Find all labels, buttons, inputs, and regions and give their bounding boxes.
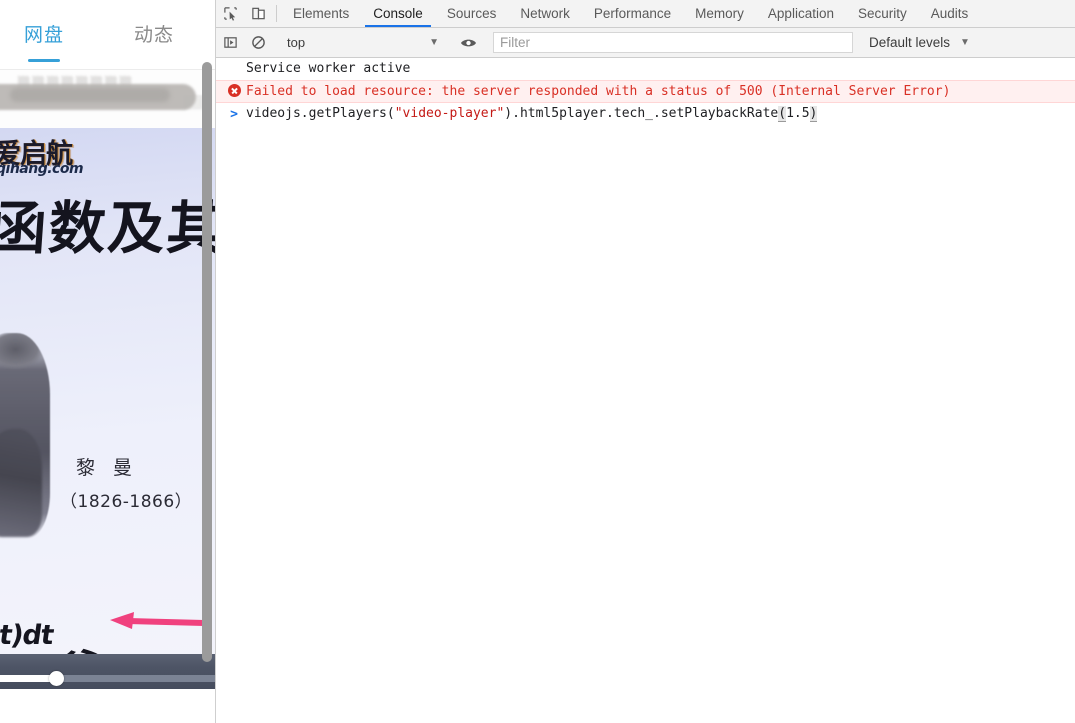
video-player[interactable]: 爱启航 qihang.com 函数及其 黎 曼 （1826-1866） 加 (t… [0,128,215,689]
log-levels-value: Default levels [869,35,951,50]
execution-context-select[interactable]: top ▼ [281,32,445,54]
live-expression-icon[interactable] [454,36,482,50]
tab-security-label: Security [857,6,907,21]
tab-network[interactable]: Network [508,0,582,27]
console-toolbar: top ▼ Default levels ▼ [216,28,1075,58]
devtools-panel: Elements Console Sources Network Perform… [215,0,1075,723]
video-progress-knob[interactable] [48,671,64,686]
tab-sources[interactable]: Sources [435,0,509,27]
screen-root: 网盘 动态 ▒▒▒▒▒▒▒▒ ▒▒▒ 爱启航 qihang.com 函数及其 黎… [0,0,1075,723]
console-prompt-input[interactable]: videojs.getPlayers("video-player").html5… [244,105,818,122]
site-tab-bar: 网盘 动态 [0,0,215,70]
prompt-segment-0: videojs.getPlayers( [246,106,395,121]
tab-performance[interactable]: Performance [582,0,683,27]
tab-application-label: Application [767,6,834,21]
console-message-error-text: Failed to load resource: the server resp… [246,84,951,99]
clear-console-icon[interactable] [244,35,272,50]
log-levels-select[interactable]: Default levels ▼ [861,32,978,54]
console-message-log[interactable]: Service worker active [216,58,1075,80]
console-message-error[interactable]: Failed to load resource: the server resp… [216,80,1075,103]
site-tab-dongtai-label: 动态 [134,24,175,46]
toolbar-divider [276,5,277,22]
filter-input[interactable] [493,32,853,53]
console-sidebar-icon[interactable] [216,35,244,50]
console-message-list[interactable]: Service worker active Failed to load res… [216,58,1075,723]
riemann-portrait-image [0,333,50,538]
prompt-segment-number: 1.5 [786,106,810,121]
video-control-bar[interactable] [0,654,215,689]
prompt-gutter: > [224,105,244,123]
tab-elements[interactable]: Elements [281,0,361,27]
message-gutter [224,60,244,61]
error-gutter [224,83,244,97]
site-tab-dongtai[interactable]: 动态 [134,20,174,49]
redaction-blob-secondary [10,88,170,102]
person-years: （1826-1866） [60,492,193,512]
devtools-tab-bar: Elements Console Sources Network Perform… [216,0,1075,28]
video-frame: 爱启航 qihang.com 函数及其 黎 曼 （1826-1866） 加 (t… [0,128,215,689]
execution-context-value: top [287,35,306,50]
site-tab-wangpan[interactable]: 网盘 [24,20,65,62]
inspect-element-icon[interactable] [216,0,244,27]
devtools-tabs: Elements Console Sources Network Perform… [281,0,980,27]
slide-title: 函数及其 [0,196,215,262]
prompt-segment-2: ).html5player.tech_.setPlaybackRate [504,106,779,121]
prompt-segment-open-paren: ( [778,106,787,122]
tab-network-label: Network [520,6,570,21]
page-scrollbar-thumb[interactable] [202,62,212,662]
tab-console[interactable]: Console [361,0,435,27]
watermark-url: qihang.com [0,161,84,177]
tab-memory[interactable]: Memory [683,0,756,27]
page-scrollbar[interactable] [201,0,213,723]
video-progress-filled [0,675,56,682]
prompt-arrow-icon: > [230,107,238,122]
tab-elements-label: Elements [293,6,350,21]
prompt-segment-1: "video-player" [394,106,505,121]
redacted-header-strip: ▒▒▒▒▒▒▒▒ ▒▒▒ [0,70,215,128]
tab-sources-label: Sources [446,6,497,21]
tab-memory-label: Memory [695,6,744,21]
error-icon [227,84,241,97]
tab-console-label: Console [373,6,423,21]
chevron-down-icon-levels: ▼ [960,37,970,48]
handwriting-line-1: (t)dt [0,620,56,651]
pink-arrow-annotation [110,612,204,629]
tab-audits-label: Audits [930,6,969,21]
prompt-segment-close-paren: ) [809,106,818,122]
tab-security[interactable]: Security [846,0,919,27]
console-message-log-text: Service worker active [246,61,411,76]
tab-application[interactable]: Application [756,0,846,27]
tab-audits[interactable]: Audits [919,0,981,27]
console-prompt-row[interactable]: > videojs.getPlayers("video-player").htm… [216,103,1075,126]
website-panel: 网盘 动态 ▒▒▒▒▒▒▒▒ ▒▒▒ 爱启航 qihang.com 函数及其 黎… [0,0,215,723]
person-name: 黎 曼 [76,457,139,479]
chevron-down-icon: ▼ [429,37,439,48]
tab-performance-label: Performance [593,6,672,21]
site-tab-wangpan-label: 网盘 [24,24,65,46]
device-toolbar-icon[interactable] [244,0,272,27]
